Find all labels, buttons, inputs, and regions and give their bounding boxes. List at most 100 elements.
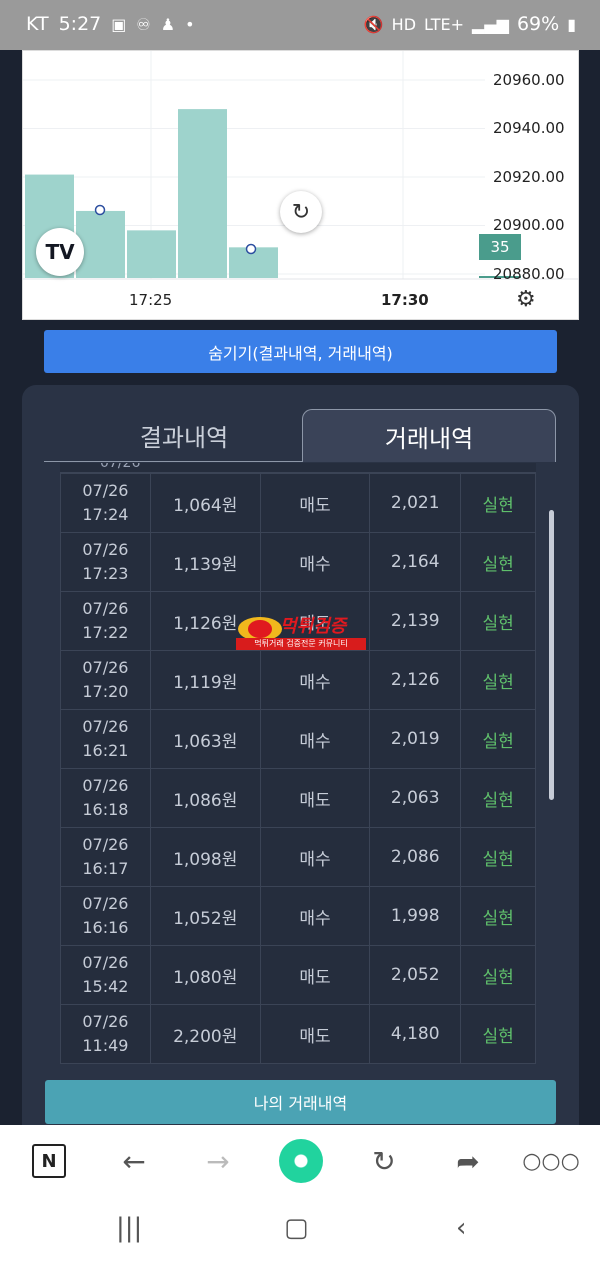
- watermark-title: 먹튀검증: [280, 616, 347, 637]
- trade-side: 매수: [259, 709, 371, 769]
- trade-amount: 1,063원: [149, 709, 261, 769]
- home-icon[interactable]: [279, 1139, 323, 1183]
- tab-results[interactable]: 결과내역: [44, 409, 324, 462]
- trade-date: 07/26: [82, 717, 129, 736]
- watermark-logo: 먹튀검증 먹튀거래 검증전문 커뮤니티: [236, 614, 366, 650]
- trade-time: 17:22: [82, 623, 129, 642]
- chart-bar: [76, 210, 125, 278]
- table-row: 07/26 11:49 2,200원 매도 4,180 실현: [60, 1004, 536, 1064]
- trade-datetime: 07/26 16:18: [60, 768, 151, 828]
- trade-side: 매수: [259, 827, 371, 887]
- table-row: 07/26 15:42 1,080원 매도 2,052 실현: [60, 945, 536, 1005]
- tab-trades[interactable]: 거래내역: [302, 409, 556, 462]
- trade-quantity: 2,019: [369, 709, 462, 769]
- trade-date: 07/26: [82, 540, 129, 559]
- trade-quantity: 2,126: [369, 650, 462, 710]
- mute-icon: 🔇: [363, 14, 384, 34]
- trade-time: 17:24: [82, 505, 129, 524]
- browser-toolbar: N ← → ↻ ➦ ○○○: [0, 1125, 600, 1197]
- trade-status: 실현: [460, 650, 536, 710]
- chart-bar: [127, 230, 176, 278]
- trade-status: 실현: [460, 827, 536, 887]
- trade-time: 17:23: [82, 564, 129, 583]
- settings-gear-icon[interactable]: ⚙: [516, 287, 536, 312]
- trade-amount: 1,064원: [149, 473, 261, 533]
- trade-status: 실현: [460, 768, 536, 828]
- price-axis-label: 20900.00: [493, 216, 565, 234]
- network-label: LTE+: [424, 14, 465, 34]
- scrollbar-thumb[interactable]: [549, 510, 554, 800]
- trade-side: 매수: [259, 886, 371, 946]
- clock: 5:27: [58, 13, 102, 35]
- trade-datetime: 07/26 17:22: [60, 591, 151, 651]
- price-axis-label: 20940.00: [493, 119, 565, 137]
- refresh-icon[interactable]: ↻: [364, 1139, 404, 1183]
- forward-icon[interactable]: →: [198, 1139, 238, 1183]
- more-icon[interactable]: ○○○: [522, 1139, 580, 1183]
- back-icon[interactable]: ←: [114, 1139, 154, 1183]
- trade-time: 11:49: [82, 1036, 129, 1055]
- trade-status: 실현: [460, 709, 536, 769]
- table-row: 07/26 17:20 1,119원 매수 2,126 실현: [60, 650, 536, 710]
- trade-amount: 1,080원: [149, 945, 261, 1005]
- trade-status: 실현: [460, 532, 536, 592]
- my-trades-button[interactable]: 나의 거래내역: [45, 1080, 556, 1124]
- trade-amount: 1,098원: [149, 827, 261, 887]
- hide-history-button[interactable]: 숨기기(결과내역, 거래내역): [44, 330, 557, 373]
- trade-time: 16:16: [82, 918, 129, 937]
- carrier-label: KT: [26, 13, 49, 35]
- table-scrollbar[interactable]: [549, 463, 555, 1068]
- trade-time: 17:20: [82, 682, 129, 701]
- home-button-icon[interactable]: ▢: [284, 1213, 309, 1243]
- last-price-tag: 35: [479, 234, 521, 260]
- reset-chart-icon[interactable]: ↻: [280, 191, 322, 233]
- trade-amount: 2,200원: [149, 1004, 261, 1064]
- trade-date: 07/26: [82, 953, 129, 972]
- price-axis-label: 20920.00: [493, 168, 565, 186]
- trade-side: 매도: [259, 945, 371, 1005]
- system-navigation-bar: ||| ▢ ‹: [0, 1197, 600, 1267]
- trade-quantity: 1,998: [369, 886, 462, 946]
- trade-date: 07/26: [82, 894, 129, 913]
- history-panel: 결과내역 거래내역 07/26 07/26 17:24 1,064원 매도 2,021 실…: [22, 385, 579, 1145]
- table-row: 07/26 17:24 1,064원 매도 2,021 실현: [60, 473, 536, 533]
- time-axis-label: 17:30: [381, 291, 429, 309]
- trade-time: 15:42: [82, 977, 129, 996]
- price-axis-label: 20880.00: [493, 265, 565, 283]
- trade-date: 07/26: [82, 599, 129, 618]
- naver-icon[interactable]: N: [32, 1144, 66, 1178]
- trade-status: 실현: [460, 886, 536, 946]
- price-axis-label: 20960.00: [493, 71, 565, 89]
- user-icon: ♟: [160, 14, 176, 34]
- trade-status: 실현: [460, 473, 536, 533]
- trade-amount: 1,139원: [149, 532, 261, 592]
- tradingview-logo-icon[interactable]: TV: [36, 228, 84, 276]
- trade-side: 매도: [259, 1004, 371, 1064]
- table-row: 07/26 16:21 1,063원 매수 2,019 실현: [60, 709, 536, 769]
- trade-quantity: 2,139: [369, 591, 462, 651]
- trade-side: 매도: [259, 768, 371, 828]
- trade-datetime: 07/26 16:21: [60, 709, 151, 769]
- trade-side: 매도: [259, 473, 371, 533]
- gallery-icon: ▣: [111, 14, 127, 34]
- trade-side: 매수: [259, 532, 371, 592]
- recent-apps-icon[interactable]: |||: [116, 1213, 142, 1243]
- trade-date: 07/26: [82, 1012, 129, 1031]
- trade-datetime: 07/26 16:16: [60, 886, 151, 946]
- share-icon[interactable]: ➦: [448, 1139, 488, 1183]
- trade-quantity: 2,021: [369, 473, 462, 533]
- trade-status: 실현: [460, 591, 536, 651]
- table-row-cutoff: 07/26: [60, 463, 536, 473]
- trade-quantity: 2,086: [369, 827, 462, 887]
- trade-datetime: 07/26 11:49: [60, 1004, 151, 1064]
- trade-amount: 1,119원: [149, 650, 261, 710]
- dot-icon: •: [185, 14, 195, 34]
- trade-status: 실현: [460, 945, 536, 1005]
- back-nav-icon[interactable]: ‹: [456, 1213, 466, 1243]
- price-chart[interactable]: TV ↻ 35 20960.00 20940.00 20920.00 20900…: [22, 50, 579, 320]
- trade-quantity: 2,052: [369, 945, 462, 1005]
- trade-time: 16:18: [82, 800, 129, 819]
- trade-quantity: 2,063: [369, 768, 462, 828]
- trade-table[interactable]: 07/26 07/26 17:24 1,064원 매도 2,021 실현 07/26 17:2…: [60, 463, 536, 1068]
- trade-quantity: 4,180: [369, 1004, 462, 1064]
